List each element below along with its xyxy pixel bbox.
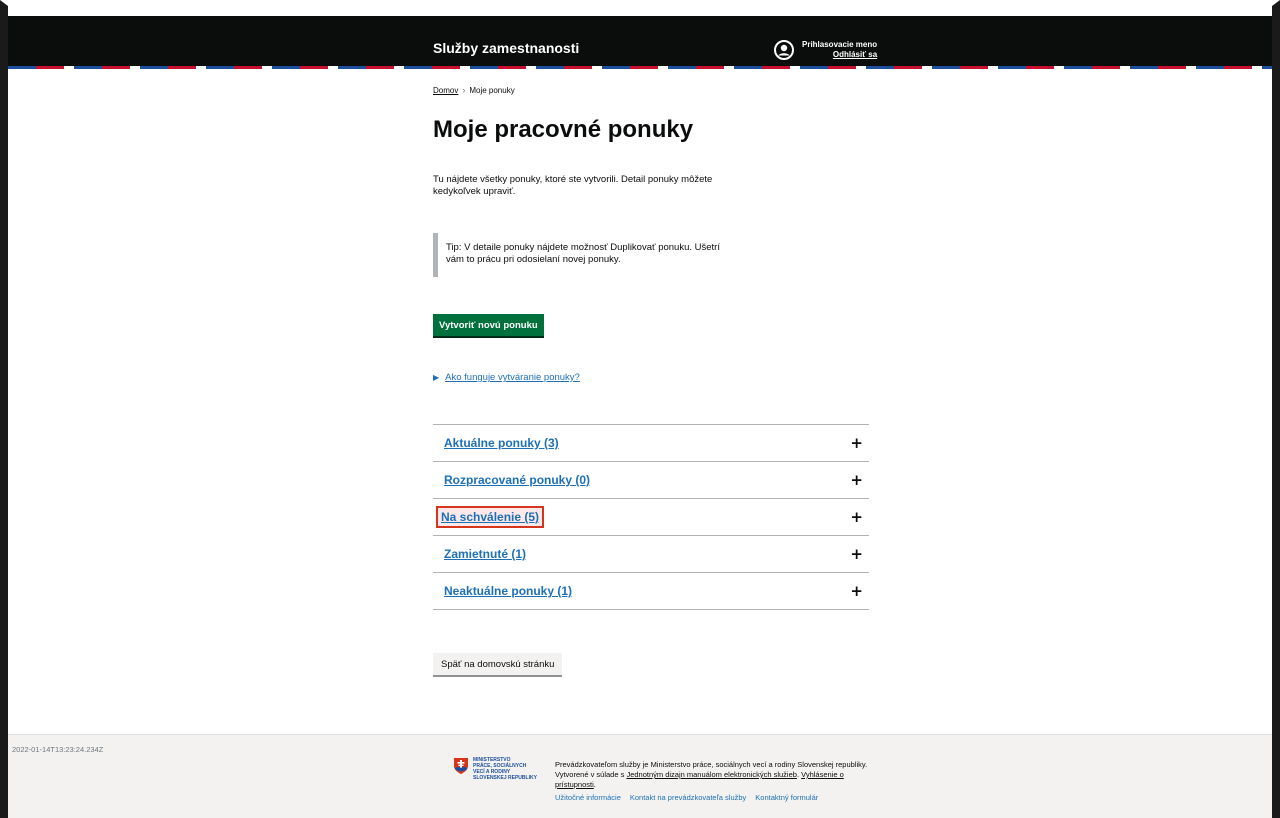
page-title: Moje pracovné ponuky: [433, 116, 694, 143]
browser-frame: Služby zamestnanosti Prihlasovacie meno …: [0, 0, 1280, 818]
user-text: Prihlasovacie meno Odhlásiť sa: [802, 40, 877, 60]
accordion-label[interactable]: Rozpracované ponuky (0): [441, 471, 593, 489]
offers-accordion: Aktuálne ponuky (3) + Rozpracované ponuk…: [433, 424, 869, 610]
contact-form-link[interactable]: Kontaktný formulár: [755, 793, 818, 802]
accordion-section-current[interactable]: Aktuálne ponuky (3) +: [433, 425, 869, 462]
site-footer: 2022-01-14T13:23:24.234Z MINISTERSTVO PR…: [8, 734, 1272, 818]
accordion-section-rejected[interactable]: Zamietnuté (1) +: [433, 536, 869, 573]
plus-icon[interactable]: +: [850, 545, 863, 563]
site-header: Služby zamestnanosti Prihlasovacie meno …: [8, 16, 1272, 66]
site-brand[interactable]: Služby zamestnanosti: [433, 40, 579, 56]
tip-text: Tip: V detaile ponuky nájdete možnosť Du…: [446, 242, 720, 265]
triangle-right-icon: ▶: [433, 373, 440, 382]
details-summary[interactable]: ▶ Ako funguje vytváranie ponuky?: [433, 372, 580, 383]
footer-links: Užitočné informácie Kontakt na prevádzko…: [555, 793, 818, 802]
ministry-logo[interactable]: MINISTERSTVO PRÁCE, SOCIÁLNYCH VECÍ A RO…: [453, 757, 537, 781]
accordion-label-highlighted[interactable]: Na schválenie (5): [436, 506, 545, 528]
back-home-button[interactable]: Späť na domovskú stránku: [433, 653, 563, 675]
plus-icon[interactable]: +: [850, 434, 863, 452]
operator-contact-link[interactable]: Kontakt na prevádzkovateľa služby: [630, 793, 746, 802]
breadcrumb-current: Moje ponuky: [469, 85, 515, 95]
ministry-line: SLOVENSKEJ REPUBLIKY: [473, 775, 537, 781]
footer-operator-text: Prevádzkovateľom služby je Ministerstvo …: [555, 760, 868, 789]
intro-text: Tu nájdete všetky ponuky, ktoré ste vytv…: [433, 174, 713, 197]
breadcrumb-home-link[interactable]: Domov: [433, 86, 458, 95]
build-timestamp: 2022-01-14T13:23:24.234Z: [12, 745, 104, 754]
plus-icon[interactable]: +: [850, 582, 863, 600]
breadcrumb-separator-icon: ›: [462, 85, 466, 95]
logout-link[interactable]: Odhlásiť sa: [833, 50, 877, 60]
accordion-label[interactable]: Neaktuálne ponuky (1): [441, 582, 575, 600]
accordion-label[interactable]: Aktuálne ponuky (3): [441, 434, 562, 452]
tip-inset: Tip: V detaile ponuky nájdete možnosť Du…: [433, 233, 733, 277]
ministry-name: MINISTERSTVO PRÁCE, SOCIÁLNYCH VECÍ A RO…: [473, 757, 537, 781]
plus-icon[interactable]: +: [850, 508, 863, 526]
create-offer-button[interactable]: Vytvoriť novú ponuku: [433, 314, 544, 336]
user-avatar-icon: [774, 40, 794, 60]
user-name: Prihlasovacie meno: [802, 40, 878, 49]
accordion-label[interactable]: Zamietnuté (1): [441, 545, 529, 563]
how-it-works-link[interactable]: Ako funguje vytváranie ponuky?: [445, 372, 580, 383]
accordion-section-pending[interactable]: Na schválenie (5) +: [433, 499, 869, 536]
user-box: Prihlasovacie meno Odhlásiť sa: [774, 33, 877, 67]
useful-info-link[interactable]: Užitočné informácie: [555, 793, 621, 802]
design-manual-link[interactable]: Jednotným dizajn manuálom elektronických…: [626, 770, 797, 779]
header-stripe: [8, 66, 1272, 69]
breadcrumb: Domov › Moje ponuky: [433, 85, 515, 95]
plus-icon[interactable]: +: [850, 471, 863, 489]
slovak-coat-of-arms-icon: [454, 758, 468, 774]
accordion-section-inactive[interactable]: Neaktuálne ponuky (1) +: [433, 573, 869, 610]
accordion-section-draft[interactable]: Rozpracované ponuky (0) +: [433, 462, 869, 499]
